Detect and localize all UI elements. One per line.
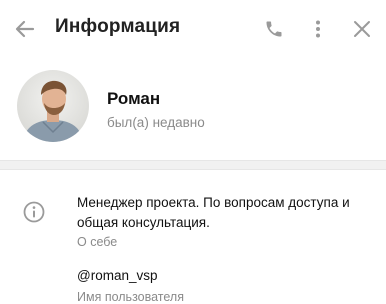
page-title: Информация <box>55 16 181 37</box>
phone-icon <box>266 21 282 37</box>
bio-label: О себе <box>77 235 118 249</box>
username-label: Имя пользователя <box>77 290 184 304</box>
profile-section: Роман был(а) недавно <box>0 56 386 160</box>
profile-name: Роман <box>107 89 161 108</box>
username-value[interactable]: @roman_vsp <box>77 268 158 283</box>
info-icon <box>22 200 46 224</box>
back-button[interactable] <box>10 14 40 44</box>
arrow-left-icon <box>15 20 35 38</box>
more-menu-button[interactable] <box>303 14 333 44</box>
close-button[interactable] <box>347 14 377 44</box>
more-vertical-icon <box>316 20 320 38</box>
call-button[interactable] <box>259 14 289 44</box>
section-divider <box>0 160 386 170</box>
profile-status: был(а) недавно <box>107 115 205 130</box>
avatar-photo <box>17 70 89 142</box>
bio-text: Менеджер проекта. По вопросам доступа и … <box>77 195 350 230</box>
header: Информация <box>0 0 386 56</box>
avatar[interactable] <box>17 70 89 142</box>
close-icon <box>354 21 370 37</box>
